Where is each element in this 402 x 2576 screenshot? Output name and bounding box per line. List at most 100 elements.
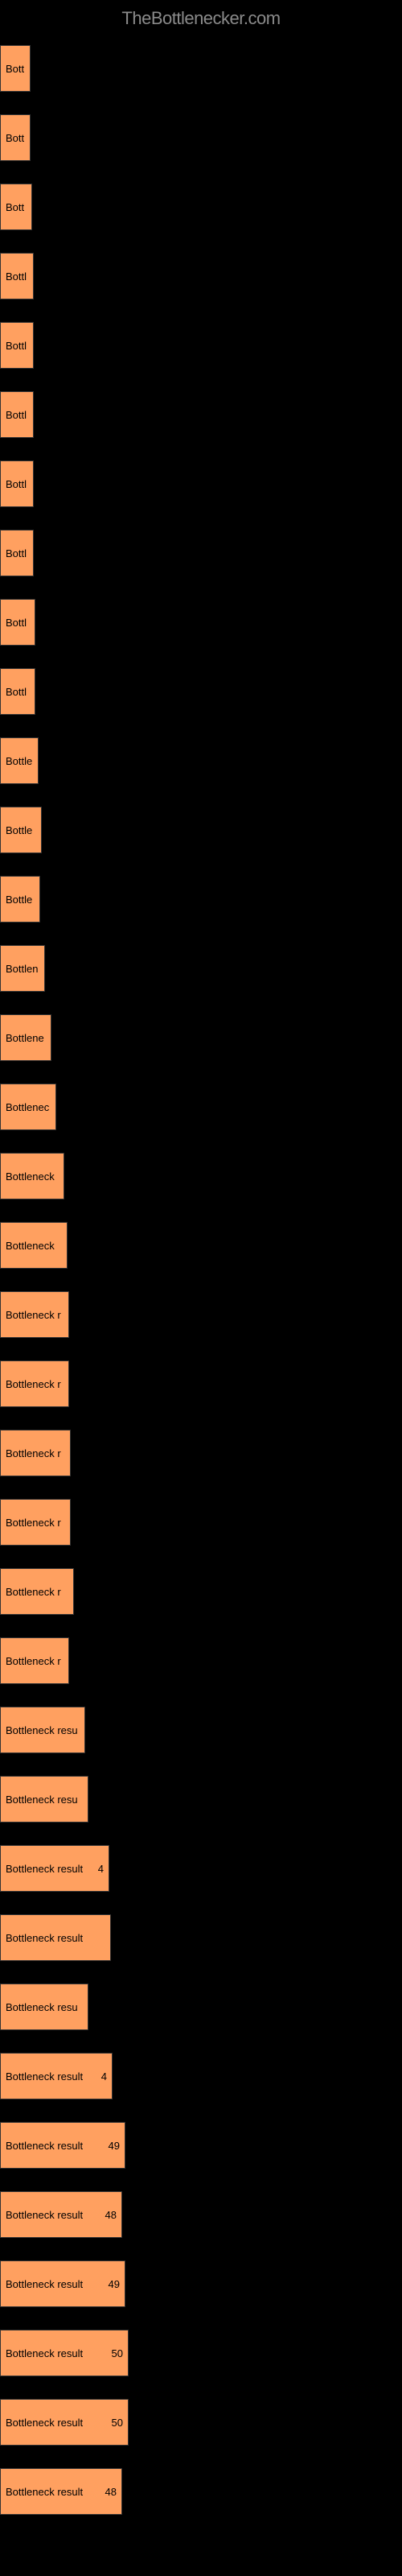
bar[interactable]: Bottlene [0,1014,51,1061]
bar-value: 4 [98,1863,104,1875]
bar-row: Bottleneck [0,1222,402,1269]
bar[interactable]: Bottl [0,668,35,715]
bar-row: Bott [0,114,402,161]
bar-row: Bottl [0,668,402,715]
bar[interactable]: Bottleneck result [0,1914,111,1961]
bar-label: Bottleneck result [6,2278,83,2290]
bar-label: Bottl [6,270,27,283]
bar[interactable]: Bottl [0,460,34,507]
bar[interactable]: Bottleneck r [0,1499,71,1546]
bar-row: Bottleneck r [0,1499,402,1546]
bar-value: 50 [112,2417,123,2429]
bar-label: Bottleneck r [6,1447,61,1459]
bar[interactable]: Bottleneck result49 [0,2122,125,2169]
bar-row: Bottlen [0,945,402,992]
bar-row: Bottleneck result 49 [0,2260,402,2307]
bar-label: Bottleneck result [6,1932,83,1944]
bar[interactable]: Bottleneck result50 [0,2399,129,2446]
bar-value: 50 [112,2347,123,2359]
bar[interactable]: Bottleneck [0,1222,68,1269]
bar-row: Bottl [0,599,402,646]
bar[interactable]: Bottleneck result 50 [0,2330,129,2376]
bar-label: Bottleneck result [6,2347,83,2359]
bar-label: Bottle [6,755,32,767]
bar[interactable]: Bottleneck r [0,1360,69,1407]
bar[interactable]: Bottleneck result 4 [0,1845,109,1892]
bar[interactable]: Bottleneck result 49 [0,2260,125,2307]
bottleneck-chart: Bott Bott Bott Bottl Bottl Bottl Bottl Bottl Bot… [0,45,402,2515]
bar-row: Bottleneck result50 [0,2399,402,2446]
bar-row: Bottl [0,322,402,369]
bar[interactable]: Bottle [0,737,39,784]
bar[interactable]: Bottleneck resu [0,1707,85,1753]
bar-label: Bottleneck result [6,1863,83,1875]
bar-row: Bottlene [0,1014,402,1061]
bar[interactable]: Bottleneck result 48 [0,2191,122,2238]
bar-row: Bottleneck resu [0,1707,402,1753]
bar-row: Bottleneck r [0,1430,402,1476]
bar-label: Bottlen [6,963,38,975]
site-header[interactable]: TheBottlenecker.com [0,8,402,29]
bar-row: Bottl [0,460,402,507]
bar[interactable]: Bottleneck r [0,1568,74,1615]
bar-row: Bott [0,45,402,92]
bar-row: Bottl [0,253,402,299]
bar-row: Bottleneck r [0,1291,402,1338]
bar-value: 49 [109,2278,120,2290]
bar-row: Bottleneck [0,1153,402,1199]
bar-row: Bottleneck resu [0,1984,402,2030]
bar[interactable]: Bottleneck resu [0,1776,88,1823]
bar-value: 48 [105,2209,117,2221]
bar[interactable]: Bottlen [0,945,45,992]
bar-value: 4 [101,2070,107,2083]
bar-row: Bottleneck result [0,1914,402,1961]
bar-label: Bott [6,63,24,75]
bar-label: Bottleneck result [6,2070,83,2083]
bar[interactable]: Bottle [0,807,42,853]
bar[interactable]: Bottleneck resu [0,1984,88,2030]
bar-row: Bottle [0,807,402,853]
bar-row: Bottle [0,876,402,923]
bar-row: Bottle [0,737,402,784]
bar-row: Bott [0,184,402,230]
bar[interactable]: Bottleneck r [0,1291,69,1338]
bar[interactable]: Bottleneck result48 [0,2468,122,2515]
bar[interactable]: Bott [0,114,31,161]
bar-label: Bottl [6,547,27,559]
bar[interactable]: Bottl [0,599,35,646]
bar[interactable]: Bottle [0,876,40,923]
bar-label: Bottleneck r [6,1655,61,1667]
bar-label: Bottleneck r [6,1586,61,1598]
bar-label: Bottl [6,340,27,352]
bar-label: Bottle [6,824,32,836]
bar[interactable]: Bott [0,184,32,230]
bar-row: Bottleneck result49 [0,2122,402,2169]
bar[interactable]: Bottlenec [0,1084,56,1130]
bar-label: Bottl [6,617,27,629]
bar[interactable]: Bottl [0,391,34,438]
bar-label: Bottleneck resu [6,2001,78,2013]
bar-label: Bottlene [6,1032,44,1044]
bar-label: Bottlenec [6,1101,49,1113]
bar-row: Bottleneck result 4 [0,1845,402,1892]
bar[interactable]: Bottl [0,322,34,369]
bar[interactable]: Bott [0,45,31,92]
bar-row: Bottleneck r [0,1360,402,1407]
bar[interactable]: Bottl [0,253,34,299]
bar[interactable]: Bottleneck result 4 [0,2053,113,2099]
bar[interactable]: Bottl [0,530,34,576]
bar-label: Bottleneck resu [6,1724,78,1736]
bar-row: Bottleneck result48 [0,2468,402,2515]
bar[interactable]: Bottleneck r [0,1430,71,1476]
bar-label: Bottleneck r [6,1309,61,1321]
bar-row: Bottleneck r [0,1637,402,1684]
bar-row: Bottlenec [0,1084,402,1130]
bar[interactable]: Bottleneck r [0,1637,69,1684]
bar-row: Bottl [0,530,402,576]
bar-label: Bottleneck r [6,1517,61,1529]
bar-label: Bottleneck result [6,2209,83,2221]
bar-label: Bott [6,132,24,144]
bar[interactable]: Bottleneck [0,1153,64,1199]
bar-label: Bottleneck result [6,2486,83,2498]
bar-value: 49 [109,2140,120,2152]
